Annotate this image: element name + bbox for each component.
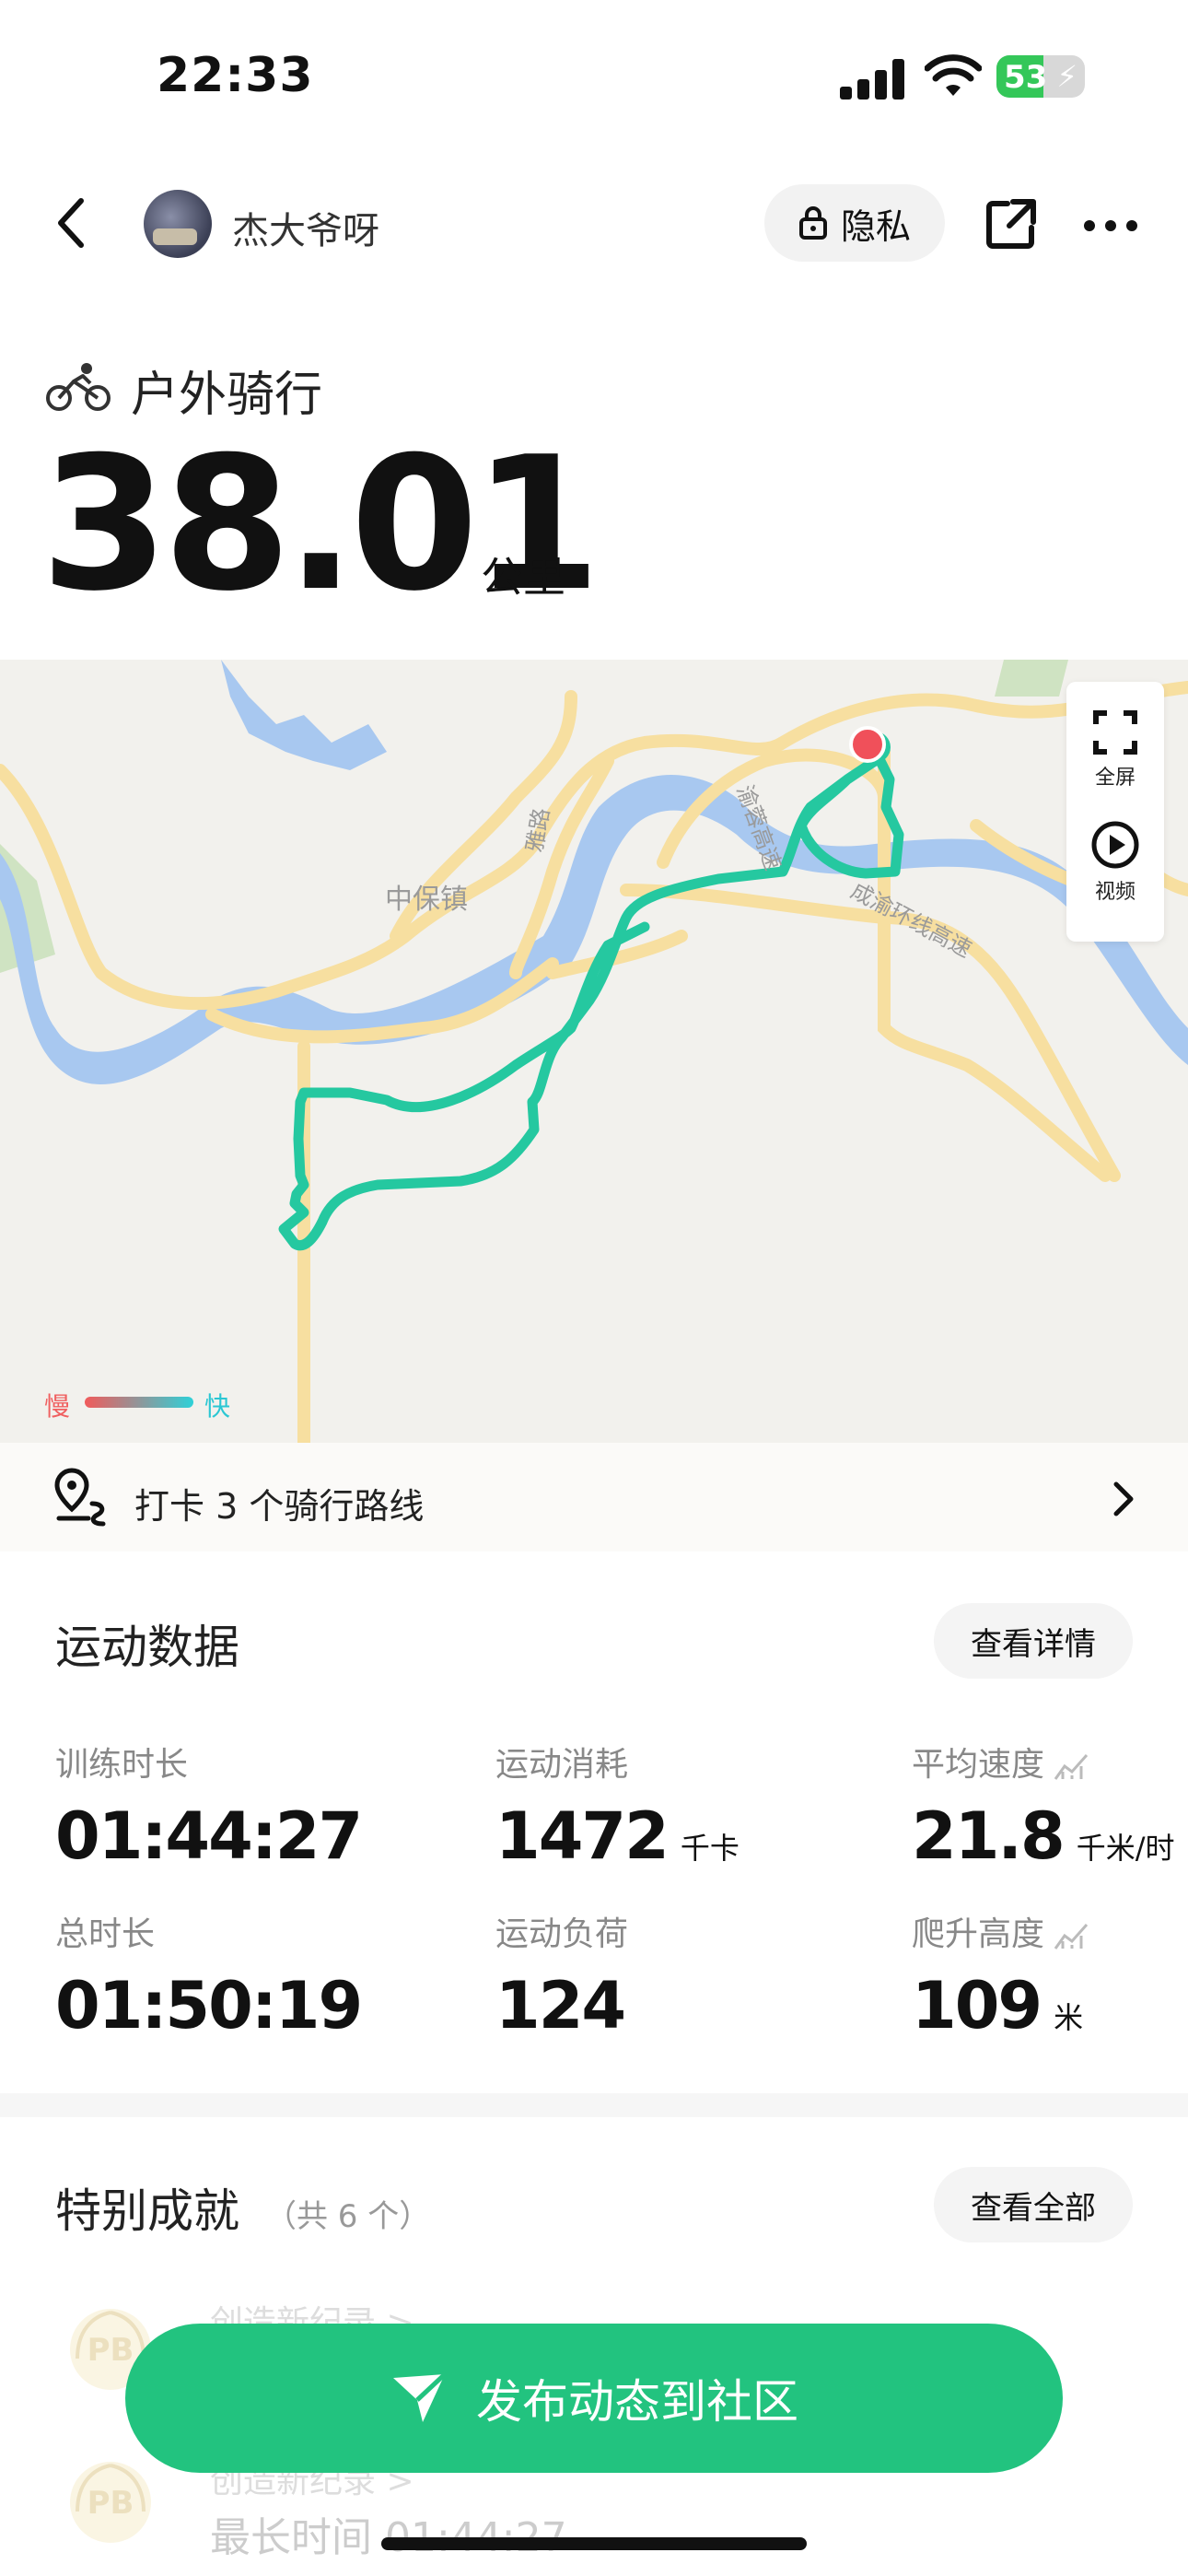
pb-badge-text: PB [87,2485,134,2522]
achievement-detail: 最长时间 01:44:27 [210,2514,567,2561]
park-area [995,660,1068,697]
avatar[interactable] [144,190,212,258]
status-time: 22:33 [157,48,314,103]
stat-total-time: 总时长 01:50:19 [55,1907,363,2043]
stat-calories: 运动消耗 1472 千卡 [495,1738,740,1874]
video-label: 视频 [1094,881,1136,904]
stat-training-load: 运动负荷 124 [495,1907,628,2043]
stat-avg-speed[interactable]: 平均速度 21.8 千米/时 [912,1738,1175,1874]
stat-unit: 千米/时 [1076,1831,1175,1866]
workout-data-title: 运动数据 [55,1621,239,1674]
cellular-signal-icon [840,59,904,100]
stat-training-time: 训练时长 01:44:27 [55,1738,363,1874]
more-icon[interactable] [1083,219,1138,232]
achievements-title: 特别成就 [55,2184,239,2238]
video-button[interactable]: 视频 [1066,820,1164,905]
fullscreen-label: 全屏 [1094,767,1136,790]
start-marker [849,726,886,763]
map-canvas: 中保镇 成渝环线高速 雅路 渝蓉高速 [0,660,1188,1443]
charging-icon: ⚡ [1056,59,1077,94]
place-label: 中保镇 [385,884,468,916]
section-divider [0,2093,1188,2117]
fullscreen-button[interactable]: 全屏 [1066,709,1164,790]
distance-unit: 公里 [481,552,565,602]
stat-label: 爬升高度 [912,1915,1045,1953]
pb-badge-icon: PB [70,2462,151,2543]
view-all-button[interactable]: 查看全部 [934,2167,1133,2242]
play-icon [1091,821,1139,869]
stat-label: 运动负荷 [495,1915,629,1953]
send-icon [393,2372,447,2422]
privacy-label: 隐私 [840,205,911,247]
activity-type: 户外骑行 [131,368,323,423]
stat-value: 109 [912,1968,1042,2043]
speed-legend-slow: 慢 [44,1391,71,1422]
back-icon[interactable] [50,195,96,251]
speed-legend-bar [85,1397,193,1408]
chevron-right-icon[interactable] [1111,1479,1136,1519]
checkin-text: 打卡 3 个骑行路线 [134,1486,425,1527]
stat-elevation-gain[interactable]: 爬升高度 109 米 [912,1907,1090,2043]
battery-percent: 53 [1004,59,1048,96]
share-icon[interactable] [985,198,1037,250]
achievements-count: （共 6 个） [265,2198,431,2235]
home-indicator[interactable] [381,2537,807,2550]
wifi-icon [925,54,982,96]
map-controls: 全屏 视频 [1066,682,1164,942]
route-pin-icon [54,1468,106,1527]
stat-label: 训练时长 [55,1746,189,1784]
fullscreen-icon [1093,710,1137,755]
stat-value: 01:50:19 [55,1968,363,2043]
stat-value: 1472 [495,1798,670,1874]
privacy-button[interactable]: 隐私 [764,184,945,262]
lock-icon [798,206,827,240]
stat-value: 124 [495,1968,626,2043]
battery-icon: 53 ⚡ [996,55,1085,98]
stat-label: 总时长 [55,1915,156,1953]
stat-unit: 千卡 [680,1831,740,1866]
stat-unit: 米 [1054,2000,1084,2035]
route-map[interactable]: 中保镇 成渝环线高速 雅路 渝蓉高速 [0,660,1188,1443]
stat-value: 21.8 [912,1798,1066,1874]
achievements-header: 特别成就 （共 6 个） [55,2174,430,2241]
stat-value: 01:44:27 [55,1798,363,1874]
view-details-button[interactable]: 查看详情 [934,1603,1133,1679]
publish-label: 发布动态到社区 [476,2375,798,2429]
stat-label: 平均速度 [912,1746,1045,1784]
pb-badge-text: PB [87,2332,134,2369]
speed-legend-fast: 快 [204,1391,231,1422]
trend-chart-icon [1054,1754,1089,1780]
achievement-item[interactable]: PB [64,2456,157,2552]
publish-to-community-button[interactable]: 发布动态到社区 [125,2324,1063,2473]
trend-chart-icon [1054,1924,1089,1950]
cycling-icon [46,363,111,411]
username[interactable]: 杰大爷呀 [232,201,379,254]
stat-label: 运动消耗 [495,1746,629,1784]
